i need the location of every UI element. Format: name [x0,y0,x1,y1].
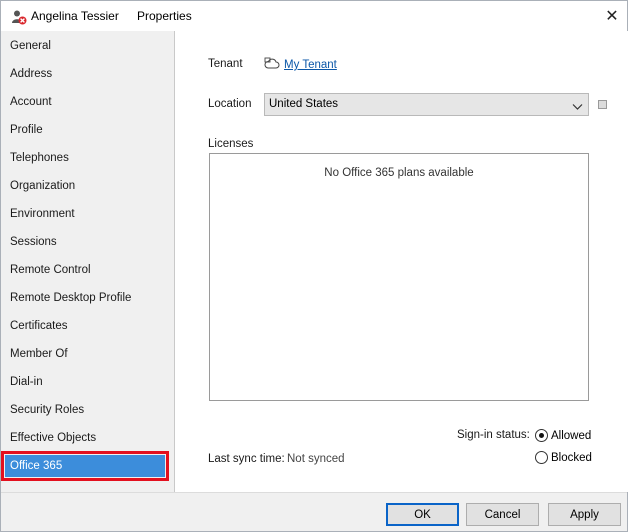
sidebar-item-security-roles[interactable]: Security Roles [1,396,174,424]
sidebar-item-environment[interactable]: Environment [1,200,174,228]
sidebar-item-effective-objects[interactable]: Effective Objects [1,424,174,452]
ok-button[interactable]: OK [386,503,459,526]
licenses-list[interactable]: No Office 365 plans available [209,153,589,401]
window-title-user: Angelina Tessier [31,9,119,23]
sidebar-item-address[interactable]: Address [1,60,174,88]
sign-in-allowed-label: Allowed [551,429,592,442]
tenant-label: Tenant [208,58,243,70]
sidebar-item-general[interactable]: General [1,32,174,60]
sign-in-allowed-radio[interactable]: Allowed [535,429,591,442]
sidebar-item-profile[interactable]: Profile [1,116,174,144]
close-button[interactable]: ✕ [601,6,623,26]
sidebar-item-office-365[interactable]: Office 365 [1,451,169,481]
sign-in-blocked-label: Blocked [551,451,592,464]
location-select[interactable]: United States [264,93,589,116]
sidebar-item-remote-control[interactable]: Remote Control [1,256,174,284]
sidebar-item-certificates[interactable]: Certificates [1,312,174,340]
radio-checked-icon [535,429,548,442]
sidebar-item-telephones[interactable]: Telephones [1,144,174,172]
properties-window: Angelina Tessier Properties ✕ General Ad… [0,0,628,532]
location-value: United States [269,98,339,110]
sign-in-blocked-radio[interactable]: Blocked [535,451,592,464]
last-sync-label: Last sync time: [208,453,285,465]
sidebar-item-organization[interactable]: Organization [1,172,174,200]
location-label: Location [208,98,252,110]
tenant-link-group[interactable]: My Tenant [264,57,337,73]
title-bar: Angelina Tessier Properties ✕ [1,1,627,31]
apply-button[interactable]: Apply [548,503,621,526]
licenses-label: Licenses [208,138,254,150]
user-disabled-icon [11,9,27,25]
chevron-down-icon [572,99,583,110]
window-title: Properties [137,9,192,23]
location-details-button[interactable] [598,100,607,109]
sidebar-nav: General Address Account Profile Telephon… [1,31,175,492]
cancel-button[interactable]: Cancel [466,503,539,526]
radio-unchecked-icon [535,451,548,464]
close-icon: ✕ [605,8,619,25]
sidebar-item-dial-in[interactable]: Dial-in [1,368,174,396]
sidebar-item-member-of[interactable]: Member Of [1,340,174,368]
licenses-empty-message: No Office 365 plans available [324,167,474,179]
dialog-footer: OK Cancel Apply [1,492,627,531]
sign-in-status-label: Sign-in status: [457,429,530,441]
office-365-panel: Tenant My Tenant Location United States … [176,31,628,492]
last-sync-value: Not synced [287,453,345,465]
sidebar-item-account[interactable]: Account [1,88,174,116]
tenant-link[interactable]: My Tenant [284,59,337,71]
sidebar-item-remote-desktop-profile[interactable]: Remote Desktop Profile [1,284,174,312]
cloud-icon [264,57,280,73]
sidebar-item-sessions[interactable]: Sessions [1,228,174,256]
